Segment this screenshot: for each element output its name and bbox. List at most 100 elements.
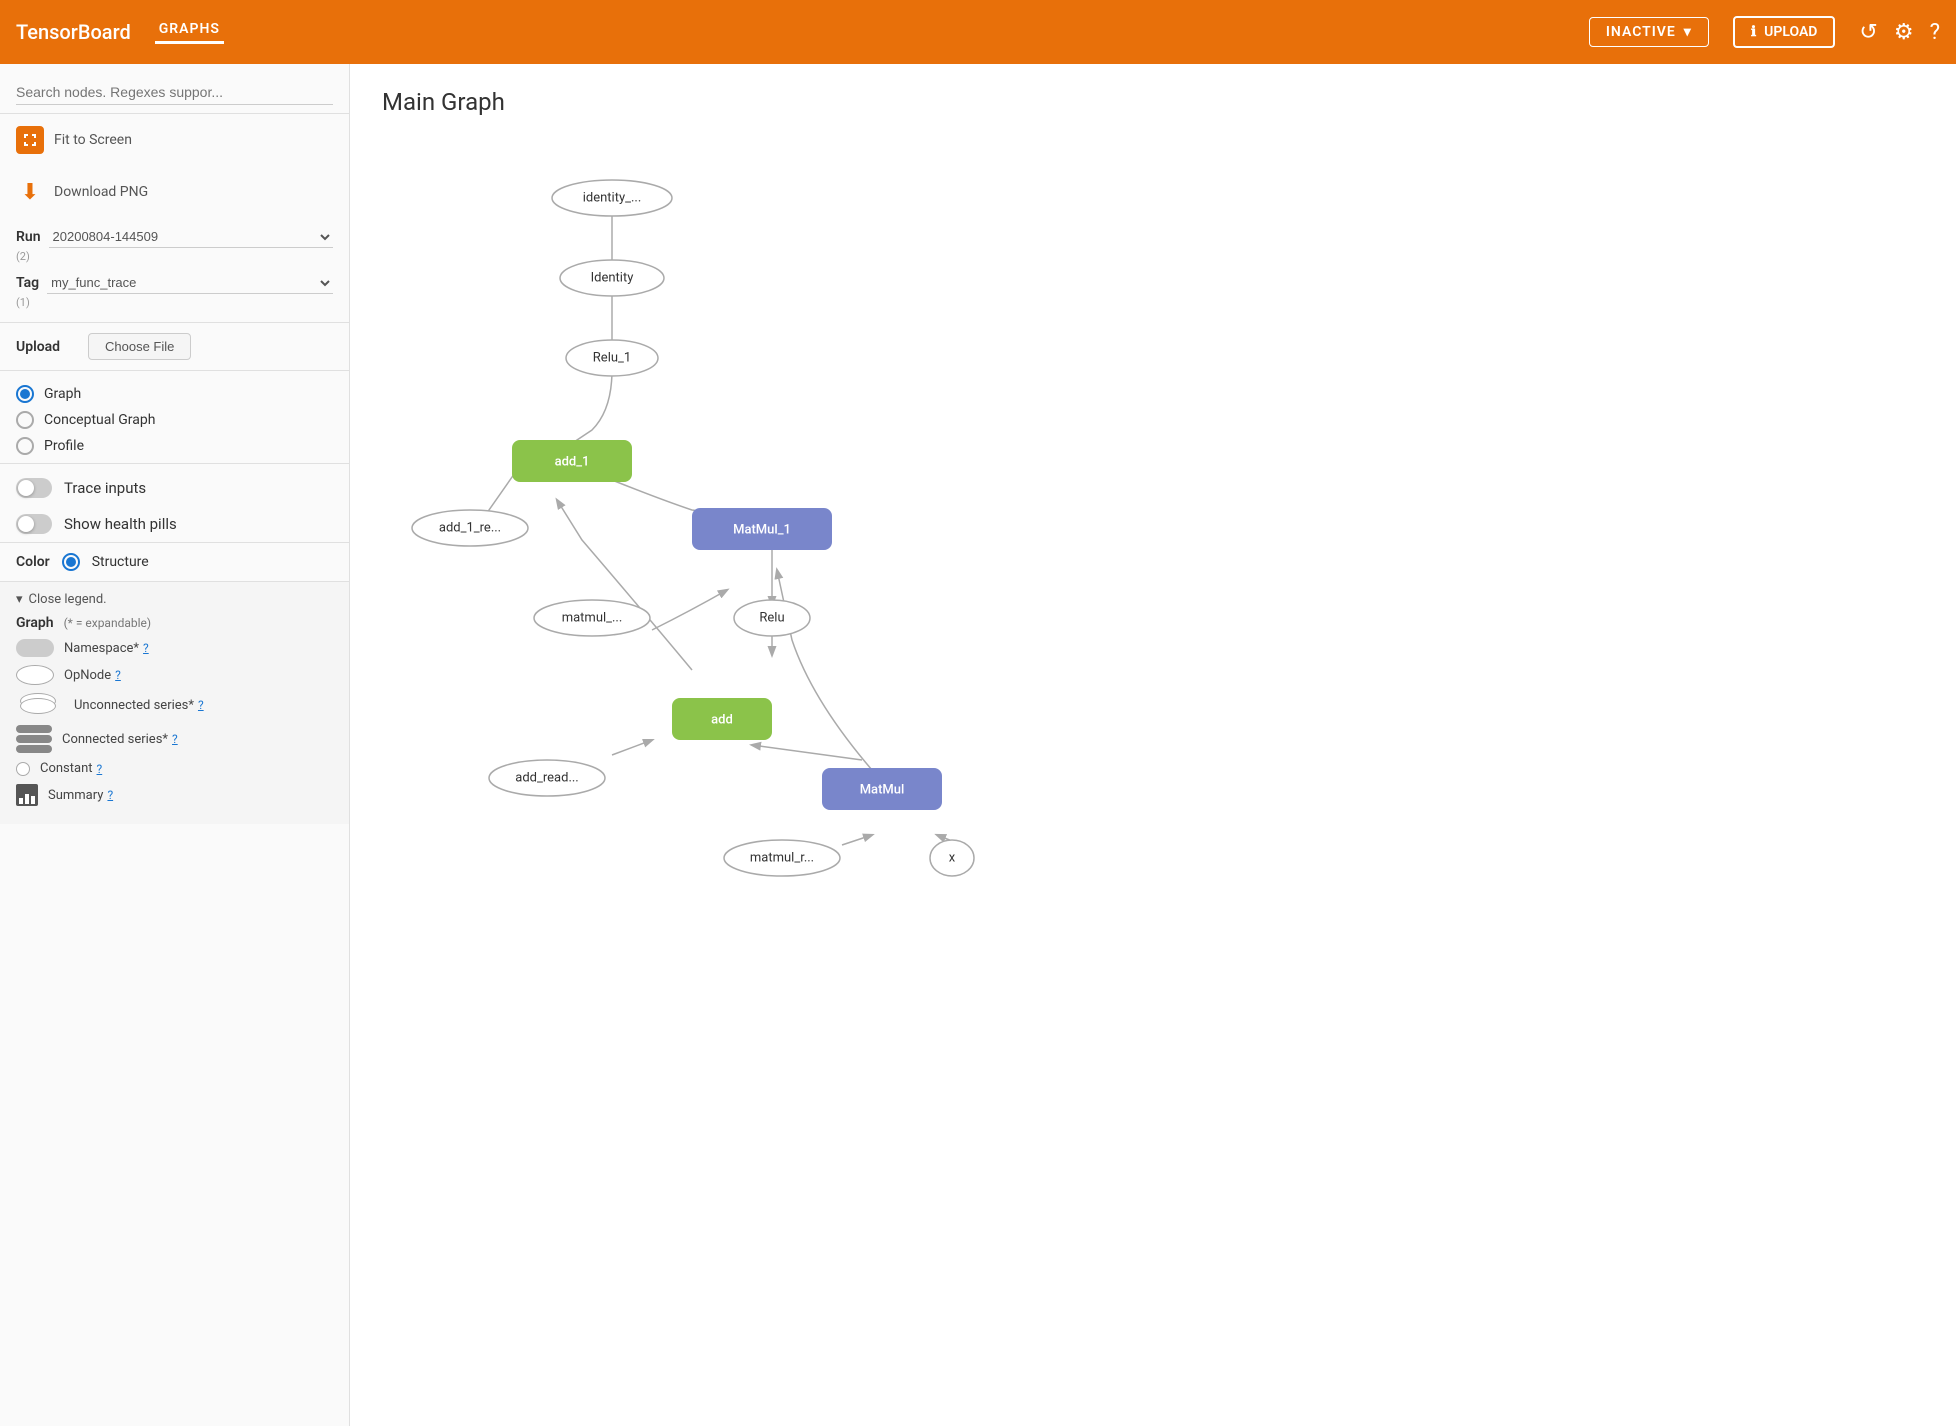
topnav-icons: ↺ ⚙ ? [1859,20,1940,45]
opnode-help[interactable]: ? [115,668,121,682]
show-health-pills-toggle[interactable] [16,514,52,534]
legend-summary: Summary ? [16,784,333,806]
tag-label: Tag [16,275,39,291]
refresh-icon[interactable]: ↺ [1859,20,1877,45]
radio-profile-label: Profile [44,438,84,454]
opnode-label: OpNode ? [64,668,121,683]
toggle-section: Trace inputs Show health pills [0,464,349,543]
status-dropdown[interactable]: INACTIVE ▾ [1589,17,1709,47]
node-x-label: x [949,850,956,865]
download-png-button[interactable]: ⬇ Download PNG [0,166,349,218]
node-relu-label: Relu [759,610,784,625]
radio-profile-circle [16,437,34,455]
chevron-down-icon: ▾ [1684,24,1692,40]
connected-help[interactable]: ? [172,732,178,746]
fit-to-screen-icon [16,126,44,154]
status-label: INACTIVE [1606,24,1676,40]
run-row: Run (2) 20200804-144509 [16,226,333,264]
upload-label: UPLOAD [1764,24,1817,40]
legend-constant: Constant ? [16,761,333,776]
node-matmul-dots-label: matmul_... [562,610,623,625]
node-identity-label: Identity [591,270,634,285]
radio-conceptual-graph[interactable]: Conceptual Graph [16,407,333,433]
unconnected-icon [16,693,64,717]
legend-namespace: Namespace* ? [16,639,333,657]
summary-icon [16,784,38,806]
chevron-down-icon: ▾ [16,592,23,607]
node-matmul-1-label: MatMul_1 [733,522,791,537]
tag-row: Tag (1) my_func_trace [16,272,333,310]
node-add-1-label: add_1 [555,454,590,469]
opnode-icon [16,665,54,685]
search-area [0,64,349,114]
show-health-pills-row: Show health pills [16,510,333,538]
settings-icon[interactable]: ⚙ [1894,20,1914,45]
color-label: Color [16,554,50,570]
radio-conceptual-graph-label: Conceptual Graph [44,412,155,428]
constant-label: Constant ? [40,761,102,776]
radio-section: Graph Conceptual Graph Profile [0,371,349,464]
node-add-read-label: add_read... [515,770,578,785]
graphs-tab[interactable]: GRAPHS [155,21,224,44]
tag-count: (1) [16,296,30,309]
legend-unconnected: Unconnected series* ? [16,693,333,717]
tag-select[interactable]: my_func_trace [47,272,333,294]
connected-label: Connected series* ? [62,732,178,747]
constant-icon [16,762,30,776]
node-matmul-r-label: matmul_r... [750,850,814,865]
search-input[interactable] [16,80,333,105]
node-matmul-label: MatMul [860,782,905,797]
run-select[interactable]: 20200804-144509 [49,226,333,248]
connected-icon [16,725,52,753]
fit-to-screen-button[interactable]: Fit to Screen [0,114,349,166]
app-brand: TensorBoard [16,20,131,44]
download-png-label: Download PNG [54,184,148,200]
trace-inputs-label: Trace inputs [64,479,146,497]
color-radio-structure[interactable] [62,553,80,571]
radio-graph-label: Graph [44,386,81,402]
fit-to-screen-label: Fit to Screen [54,132,132,148]
summary-label: Summary ? [48,788,113,803]
run-tag-section: Run (2) 20200804-144509 Tag (1) my_func_… [0,218,349,323]
main-layout: Fit to Screen ⬇ Download PNG Run (2) 202… [0,64,1956,1426]
trace-inputs-row: Trace inputs [16,474,333,502]
radio-graph-circle [16,385,34,403]
legend-toggle[interactable]: ▾ Close legend. [16,592,333,607]
structure-label: Structure [92,554,149,570]
legend-toggle-label: Close legend. [29,592,107,607]
namespace-label: Namespace* ? [64,641,149,656]
graph-title: Main Graph [382,88,1924,116]
unconnected-label: Unconnected series* ? [74,698,204,713]
legend-graph-header: Graph (* = expandable) [16,615,333,631]
node-identity-dots-label: identity_... [583,190,642,205]
graph-svg: identity_... Identity Relu_1 add_1 MatMu… [382,140,1282,1020]
upload-row: Upload Choose File [0,323,349,371]
color-section: Color Structure [0,543,349,582]
namespace-icon [16,639,54,657]
legend-graph-title: Graph [16,615,54,631]
radio-graph[interactable]: Graph [16,381,333,407]
upload-label: Upload [16,339,76,355]
graph-area: Main Graph [350,64,1956,1426]
legend-connected: Connected series* ? [16,725,333,753]
show-health-pills-label: Show health pills [64,515,177,533]
run-label: Run [16,229,41,245]
sidebar: Fit to Screen ⬇ Download PNG Run (2) 202… [0,64,350,1426]
radio-profile[interactable]: Profile [16,433,333,459]
node-relu-1-label: Relu_1 [593,350,631,365]
summary-help[interactable]: ? [107,788,113,802]
download-icon: ⬇ [16,178,44,206]
graph-canvas[interactable]: identity_... Identity Relu_1 add_1 MatMu… [382,140,1924,1040]
node-add-label: add [711,712,733,727]
topnav: TensorBoard GRAPHS INACTIVE ▾ ℹ UPLOAD ↺… [0,0,1956,64]
legend-section: ▾ Close legend. Graph (* = expandable) N… [0,582,349,824]
help-icon[interactable]: ? [1930,20,1940,45]
unconnected-help[interactable]: ? [198,698,204,712]
namespace-help[interactable]: ? [143,641,149,655]
legend-opnode: OpNode ? [16,665,333,685]
trace-inputs-toggle[interactable] [16,478,52,498]
constant-help[interactable]: ? [97,762,103,776]
radio-conceptual-graph-circle [16,411,34,429]
choose-file-button[interactable]: Choose File [88,333,191,360]
upload-button[interactable]: ℹ UPLOAD [1733,16,1836,48]
